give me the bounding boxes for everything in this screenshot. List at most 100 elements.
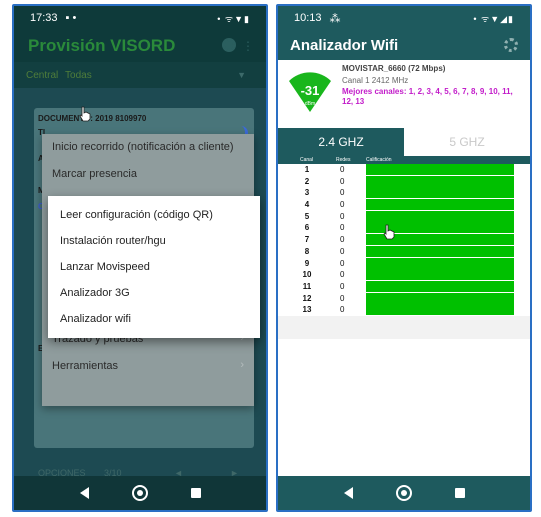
channel-number: 9 xyxy=(304,258,310,268)
back-icon[interactable] xyxy=(343,487,353,499)
channel-number: 7 xyxy=(304,235,310,245)
rating-bar xyxy=(366,257,514,269)
phone-wifi-analyzer: 10:13 ⁂ • ᯤ▼◢▮ Analizador Wifi -31 dBm M… xyxy=(276,4,532,512)
rating-bar xyxy=(366,175,514,187)
rating-bar xyxy=(366,187,514,199)
menu-item-instalacion-router[interactable]: Instalación router/hgu xyxy=(48,228,260,254)
signal-strength: -31 xyxy=(300,83,320,98)
recent-apps-icon[interactable] xyxy=(190,488,201,498)
network-count: 0 xyxy=(340,200,345,210)
chevron-down-icon: ▼ xyxy=(237,70,246,80)
table-row: 30 xyxy=(278,187,530,200)
table-row: 13 0 xyxy=(278,304,530,316)
menu-item-label: Analizador wifi xyxy=(60,313,131,325)
channel-number: 3 xyxy=(304,188,310,198)
menu-item-label: Instalación router/hgu xyxy=(60,235,166,247)
network-count: 0 xyxy=(340,223,345,233)
table-row: 60 xyxy=(278,222,530,235)
network-channel: Canal 1 2412 MHz xyxy=(342,76,409,85)
rating-bar xyxy=(366,199,514,211)
column-header-rating: Calificación xyxy=(366,157,392,163)
table-row: 20 xyxy=(278,175,530,188)
signal-battery-icon: • ᯤ▼▮ xyxy=(217,13,250,24)
central-filter[interactable]: Central Todas ▼ xyxy=(14,62,266,88)
menu-item-label: Inicio recorrido (notificación a cliente… xyxy=(52,141,234,153)
channel-number: 4 xyxy=(304,200,310,210)
best-channels: Mejores canales: 1, 2, 3, 4, 5, 6, 7, 8,… xyxy=(342,87,513,106)
table-row: 80 xyxy=(278,245,530,258)
overflow-menu-icon[interactable]: ⋮ xyxy=(242,39,254,53)
channel-number: 10 xyxy=(302,270,312,280)
hand-pointer-icon xyxy=(383,224,395,240)
filter-value: Todas xyxy=(65,70,92,81)
menu-item-label: Lanzar Movispeed xyxy=(60,261,150,273)
rating-bar xyxy=(366,210,514,222)
system-nav-bar xyxy=(278,476,530,510)
channel-number: 12 xyxy=(302,293,312,303)
table-row: 10 0 xyxy=(278,269,530,281)
network-count: 0 xyxy=(340,211,345,221)
tools-submenu: Leer configuración (código QR) Instalaci… xyxy=(48,196,260,338)
tab-2-4ghz[interactable]: 2.4 GHZ xyxy=(278,128,404,156)
recent-apps-icon[interactable] xyxy=(454,488,465,498)
channel-number: 5 xyxy=(304,211,310,221)
channel-number: 2 xyxy=(304,176,310,186)
menu-item-analizador-3g[interactable]: Analizador 3G xyxy=(48,280,260,306)
settings-gear-icon[interactable] xyxy=(504,38,518,52)
settings-gear-icon[interactable] xyxy=(222,38,236,52)
channel-number: 8 xyxy=(304,246,310,256)
menu-item-herramientas[interactable]: Herramientas › xyxy=(42,353,254,380)
status-bar: 10:13 ⁂ • ᯤ▼◢▮ xyxy=(278,6,530,30)
notification-icons: ▪ • xyxy=(65,12,77,24)
rating-bar xyxy=(366,164,514,175)
menu-item-analizador-wifi[interactable]: Analizador wifi xyxy=(48,306,260,332)
home-icon[interactable] xyxy=(395,485,412,501)
table-row: 11 0 xyxy=(278,280,530,293)
menu-item-label: Herramientas xyxy=(52,360,119,372)
phone-provision: 17:33 ▪ • • ᯤ▼▮ Provisión VISORD ⋮ Centr… xyxy=(12,4,268,512)
table-row: 70 xyxy=(278,234,530,246)
app-bar: Provisión VISORD ⋮ xyxy=(14,30,266,62)
network-count: 0 xyxy=(340,176,345,186)
app-bar: Analizador Wifi xyxy=(278,30,530,60)
network-count: 0 xyxy=(340,235,345,245)
status-time: 10:13 xyxy=(294,12,322,24)
app-title: Provisión VISORD xyxy=(28,36,176,55)
chevron-right-icon: › xyxy=(240,359,244,371)
column-header-channel: Canal xyxy=(300,157,314,163)
hand-pointer-icon xyxy=(79,106,91,122)
menu-spacer xyxy=(42,380,254,406)
menu-item-label: Analizador 3G xyxy=(60,287,130,299)
status-time: 17:33 xyxy=(30,12,58,24)
empty-area xyxy=(278,339,530,476)
channel-number: 1 xyxy=(304,165,310,174)
system-nav-bar xyxy=(14,476,266,510)
network-ssid: MOVISTAR_6660 (72 Mbps) xyxy=(342,64,446,73)
channel-table: 1 0 2 0 3 0 4 0 5 0 6 0 7 0 8 0 9 0 10 0 11 0 12 0 13 0 xyxy=(278,164,530,316)
network-count: 0 xyxy=(340,246,345,256)
table-row: 40 xyxy=(278,199,530,211)
app-title: Analizador Wifi xyxy=(290,37,399,54)
network-info-panel: -31 dBm MOVISTAR_6660 (72 Mbps) Canal 1 … xyxy=(278,60,530,128)
home-icon[interactable] xyxy=(131,485,148,501)
table-row: 90 xyxy=(278,257,530,270)
network-count: 0 xyxy=(340,293,345,303)
menu-item-lanzar-movispeed[interactable]: Lanzar Movispeed xyxy=(48,254,260,280)
document-number: DOCUMENTO: 2019 8109970 xyxy=(38,114,147,123)
menu-item-inicio-recorrido[interactable]: Inicio recorrido (notificación a cliente… xyxy=(42,134,254,161)
status-bar: 17:33 ▪ • • ᯤ▼▮ xyxy=(14,6,266,30)
menu-item-marcar-presencia[interactable]: Marcar presencia xyxy=(42,161,254,188)
network-count: 0 xyxy=(340,305,345,315)
tab-5ghz[interactable]: 5 GHZ xyxy=(404,128,530,156)
channel-number: 6 xyxy=(304,223,310,233)
signal-unit: dBm xyxy=(304,101,316,107)
band-tabs: 2.4 GHZ 5 GHZ xyxy=(278,128,530,156)
rating-bar xyxy=(366,269,514,281)
back-icon[interactable] xyxy=(79,487,89,499)
column-header-networks: Redes xyxy=(336,157,351,163)
network-count: 0 xyxy=(340,258,345,268)
rating-bar xyxy=(366,292,514,304)
signal-battery-icon: • ᯤ▼◢▮ xyxy=(473,13,514,24)
menu-item-leer-qr[interactable]: Leer configuración (código QR) xyxy=(48,202,260,228)
table-row: 10 xyxy=(278,164,530,176)
